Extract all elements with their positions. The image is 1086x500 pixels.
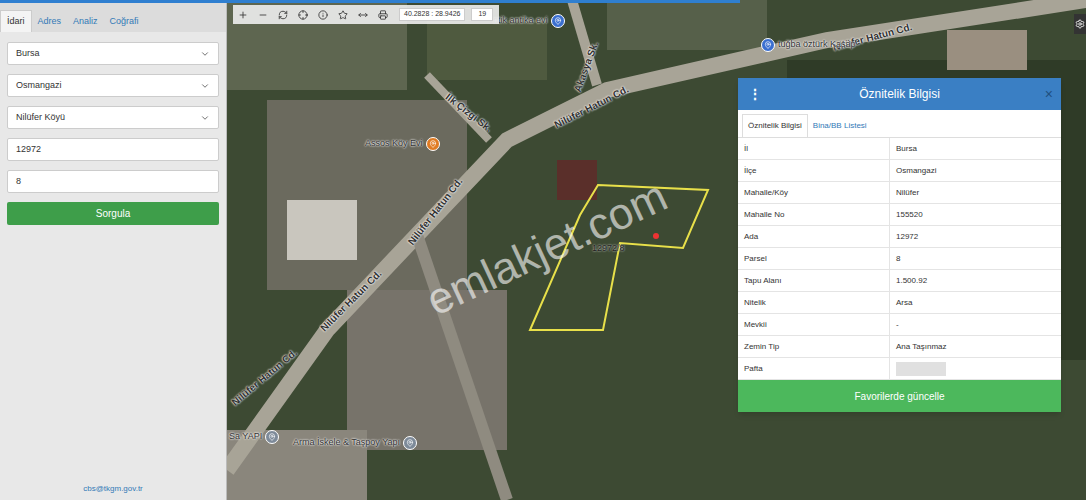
sidebar-tab[interactable]: İdari xyxy=(0,10,32,33)
place-marker[interactable]: Arma İskele & Taşpoy Yapı xyxy=(293,436,417,450)
map-toolbar: 40.2828 : 28.9426 19 xyxy=(233,5,499,24)
place-marker[interactable]: ntik antika evi xyxy=(493,14,565,28)
attribute-row: Tapu Alanı1.500.92 xyxy=(738,270,1061,292)
text-field[interactable]: 8 xyxy=(7,170,219,193)
attribute-label: Mahalle/Köy xyxy=(738,182,890,203)
sidebar-tabs: İdariAdresAnalizCoğrafi xyxy=(0,0,226,32)
map[interactable]: 12972/8Nilüfer Hatun Cd.Nilüfer Hatun Cd… xyxy=(227,0,1086,500)
top-bar xyxy=(0,0,740,3)
attribute-value: Bursa xyxy=(890,138,1061,159)
tool-button[interactable] xyxy=(233,5,253,24)
panel-title: Öznitelik Bilgisi xyxy=(859,85,940,103)
panel-tab[interactable]: Öznitelik Bilgisi xyxy=(742,114,808,137)
tool-button[interactable] xyxy=(293,5,313,24)
tool-button[interactable] xyxy=(353,5,373,24)
attribute-value: 12972 xyxy=(890,226,1061,247)
attribute-value: 1.500.92 xyxy=(890,270,1061,291)
tool-icon xyxy=(298,10,308,20)
sidebar-footer[interactable]: cbs@tkgm.gov.tr xyxy=(0,483,226,500)
attribute-label: Mahalle No xyxy=(738,204,890,225)
panel-tab[interactable]: Bina/BB Listesi xyxy=(808,115,872,137)
sidebar: İdariAdresAnalizCoğrafi Bursa Osmangazi Nil… xyxy=(0,0,227,500)
tool-icon xyxy=(238,10,248,20)
text-field[interactable]: 12972 xyxy=(7,138,219,161)
app: İdariAdresAnalizCoğrafiBursaOsmangaziNil… xyxy=(0,0,1086,500)
parcel-label: 12972/8 xyxy=(592,242,625,256)
parcel-outline[interactable] xyxy=(530,185,708,330)
attribute-value: Nilüfer xyxy=(890,182,1061,203)
sidebar-tab[interactable]: Adres xyxy=(32,11,68,33)
select-field[interactable]: Bursa xyxy=(7,42,219,65)
tool-button[interactable] xyxy=(253,5,273,24)
sidebar-tab[interactable]: Analiz xyxy=(67,11,104,33)
tool-button[interactable] xyxy=(313,5,333,24)
place-marker[interactable]: Assos Köy Evi xyxy=(365,137,440,151)
attribute-label: Pafta xyxy=(738,358,890,379)
attribute-label: Tapu Alanı xyxy=(738,270,890,291)
attribute-value: 8 xyxy=(890,248,1061,269)
attribute-row: NitelikArsa xyxy=(738,292,1061,314)
attribute-value: - xyxy=(890,314,1061,335)
attribute-row: Pafta xyxy=(738,358,1061,380)
pin-icon xyxy=(265,430,279,444)
query-button[interactable]: Sorgula xyxy=(7,202,219,225)
attribute-table: İlBursaİlçeOsmangaziMahalle/KöyNilüferMa… xyxy=(738,138,1061,380)
attribute-value: Osmangazi xyxy=(890,160,1061,181)
attribute-value: 155520 xyxy=(890,204,1061,225)
panel-menu[interactable]: ⋮ xyxy=(748,84,762,105)
chevron-icon xyxy=(200,81,210,91)
select-field[interactable]: Osmangazi xyxy=(7,74,219,97)
attribute-row: Mahalle No155520 xyxy=(738,204,1061,226)
pin-icon xyxy=(761,38,775,52)
favorite-button[interactable]: Favorilerde güncelle xyxy=(738,380,1061,412)
panel-header: ⋮ Öznitelik Bilgisi × xyxy=(738,78,1061,110)
attribute-label: Parsel xyxy=(738,248,890,269)
settings-button[interactable] xyxy=(1074,14,1086,34)
place-marker[interactable]: tuğba öztürk Kasap xyxy=(761,38,856,52)
tool-icon xyxy=(338,10,348,20)
pin-icon xyxy=(426,137,440,151)
zoom-level: 19 xyxy=(471,8,493,21)
attribute-label: Ada xyxy=(738,226,890,247)
tool-button[interactable] xyxy=(273,5,293,24)
chevron-icon xyxy=(200,49,210,59)
pin-icon xyxy=(403,436,417,450)
chevron-icon xyxy=(200,113,210,123)
attribute-row: Mevkii- xyxy=(738,314,1061,336)
attribute-value: Ana Taşınmaz xyxy=(890,336,1061,357)
attribute-row: Ada12972 xyxy=(738,226,1061,248)
attribute-row: İlBursa xyxy=(738,138,1061,160)
attribute-label: Zemin Tip xyxy=(738,336,890,357)
close-button[interactable]: × xyxy=(1045,84,1053,105)
attribute-row: İlçeOsmangazi xyxy=(738,160,1061,182)
sidebar-tab[interactable]: Coğrafi xyxy=(104,11,145,33)
tool-button[interactable] xyxy=(333,5,353,24)
tool-icon xyxy=(378,10,388,20)
tool-icon xyxy=(258,10,268,20)
coordinates: 40.2828 : 28.9426 xyxy=(399,8,465,21)
tool-icon xyxy=(318,10,328,20)
attribute-panel: ⋮Öznitelik Bilgisi×Öznitelik BilgisiBina… xyxy=(738,78,1061,412)
attribute-label: İl xyxy=(738,138,890,159)
query-form: Bursa Osmangazi Nilüfer Köyü 12972 8 Sorgula xyxy=(0,32,226,225)
panel-tabs: Öznitelik BilgisiBina/BB Listesi xyxy=(738,110,1061,138)
attribute-label: Nitelik xyxy=(738,292,890,313)
redacted-block xyxy=(896,362,946,376)
tool-icon xyxy=(358,10,368,20)
select-field[interactable]: Nilüfer Köyü xyxy=(7,106,219,129)
attribute-value xyxy=(890,358,1061,379)
watermark: emlakjet.com xyxy=(415,163,678,332)
attribute-label: İlçe xyxy=(738,160,890,181)
attribute-row: Mahalle/KöyNilüfer xyxy=(738,182,1061,204)
tool-button[interactable] xyxy=(373,5,393,24)
place-marker[interactable]: Sa YAPI xyxy=(229,430,279,444)
attribute-row: Parsel8 xyxy=(738,248,1061,270)
attribute-value: Arsa xyxy=(890,292,1061,313)
tool-icon xyxy=(278,10,288,20)
attribute-row: Zemin TipAna Taşınmaz xyxy=(738,336,1061,358)
pin-icon xyxy=(551,14,565,28)
attribute-label: Mevkii xyxy=(738,314,890,335)
gear-icon xyxy=(1075,19,1085,29)
